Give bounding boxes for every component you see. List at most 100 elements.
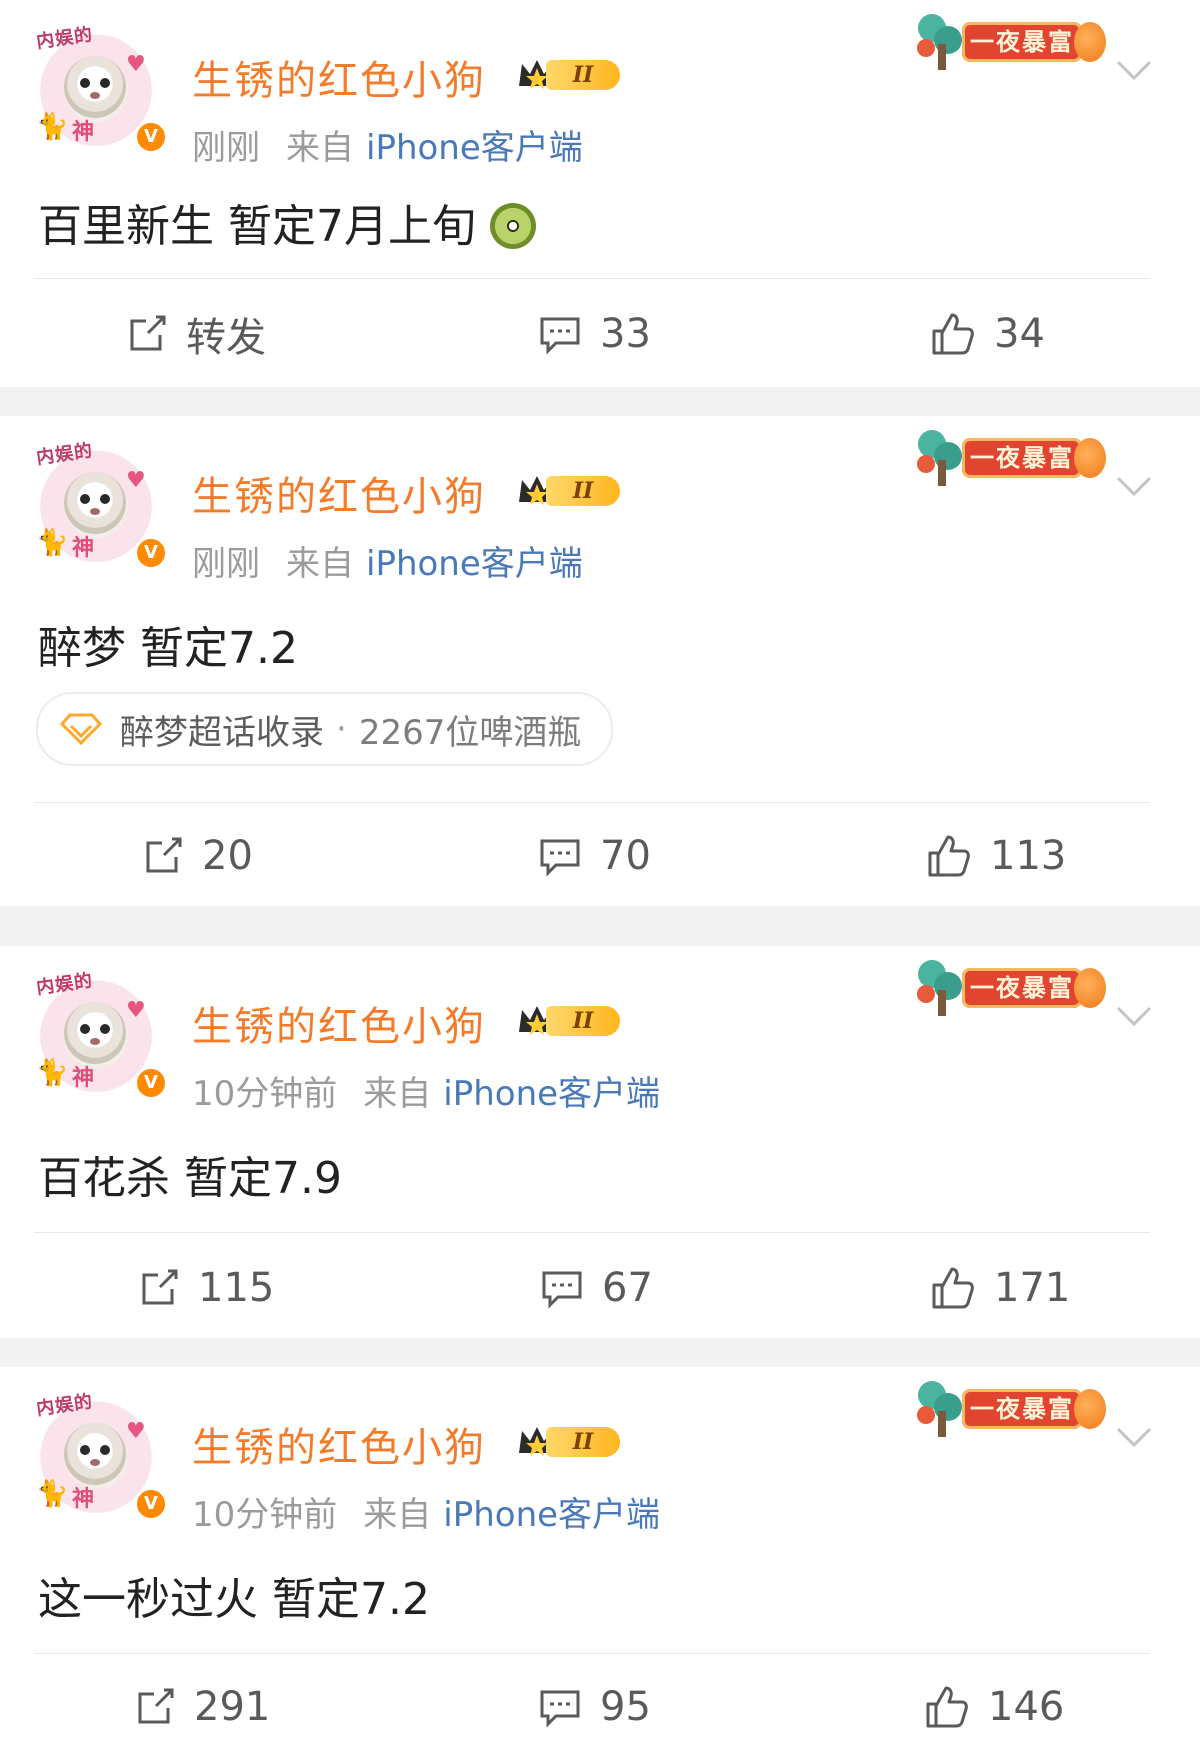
banner-label: 一夜暴富	[962, 438, 1082, 478]
repost-button[interactable]: 转发	[126, 304, 266, 364]
client-link[interactable]: iPhone客户端	[366, 128, 583, 168]
repost-icon	[130, 315, 166, 351]
supertopic-separator: ·	[336, 709, 347, 749]
post-meta: 刚刚 来自 iPhone客户端	[192, 120, 583, 169]
decoration-banner[interactable]: 一夜暴富	[912, 1371, 1112, 1443]
comment-count: 33	[600, 311, 651, 357]
divider	[34, 802, 1150, 803]
username[interactable]: 生锈的红色小狗	[192, 48, 486, 106]
comment-count: 95	[600, 1684, 651, 1730]
vip-level: II	[546, 60, 620, 90]
repost-count: 115	[198, 1265, 275, 1311]
avatar-tag-top: 内娱的	[35, 24, 95, 53]
cat-icon: 🐈	[36, 1058, 69, 1088]
post-meta: 10分钟前 来自 iPhone客户端	[192, 1487, 660, 1536]
repost-button[interactable]: 115	[138, 1258, 274, 1318]
repost-count: 291	[194, 1684, 271, 1730]
avatar[interactable]: 内娱的 神 🐈 ♥ V	[34, 22, 168, 154]
avatar[interactable]: 内娱的 神 🐈 ♥ V	[34, 968, 168, 1100]
thumbs-up-icon	[932, 313, 974, 355]
avatar-tag-bottom: 神	[72, 120, 95, 145]
comment-icon	[540, 317, 580, 355]
username[interactable]: 生锈的红色小狗	[192, 1415, 486, 1473]
decoration-banner[interactable]: 一夜暴富	[912, 420, 1112, 492]
chevron-down-icon[interactable]	[1114, 50, 1154, 90]
post-card[interactable]: 内娱的 神 🐈 ♥ V 生锈的红色小狗 II 刚刚 来自 iPhone客户端 一夜暴…	[0, 416, 1200, 906]
post-content: 百花杀 暂定7.9	[38, 1142, 342, 1206]
from-label: 来自	[286, 544, 354, 584]
vip-badge[interactable]: II	[516, 470, 626, 510]
kiwi-emoji-icon	[489, 203, 536, 249]
chevron-down-icon[interactable]	[1114, 996, 1154, 1036]
lantern-icon	[1074, 438, 1106, 478]
like-count: 34	[994, 311, 1045, 357]
decoration-banner[interactable]: 一夜暴富	[912, 950, 1112, 1022]
like-count: 171	[994, 1265, 1071, 1311]
repost-count: 20	[202, 833, 253, 879]
like-button[interactable]: 113	[926, 826, 1066, 886]
post-text: 这一秒过火 暂定7.2	[38, 1574, 430, 1625]
username[interactable]: 生锈的红色小狗	[192, 994, 486, 1052]
from-label: 来自	[363, 1074, 432, 1114]
lantern-icon	[1074, 968, 1106, 1008]
cat-icon: 🐈	[36, 1479, 69, 1509]
comment-count: 67	[602, 1265, 653, 1311]
vip-badge[interactable]: II	[516, 1000, 626, 1040]
supertopic-count: 2267位啤酒瓶	[358, 712, 582, 753]
username[interactable]: 生锈的红色小狗	[192, 464, 486, 522]
vip-badge[interactable]: II	[516, 54, 626, 94]
banner-label: 一夜暴富	[962, 968, 1082, 1008]
from-label: 来自	[286, 128, 354, 168]
chevron-down-icon[interactable]	[1114, 466, 1154, 506]
like-button[interactable]: 171	[930, 1258, 1070, 1318]
avatar-tag-top: 内娱的	[35, 1391, 95, 1420]
post-card[interactable]: 内娱的 神 🐈 ♥ V 生锈的红色小狗 II 10分钟前 来自 iPhone客户端 …	[0, 946, 1200, 1338]
verified-badge: V	[134, 1487, 168, 1521]
client-link[interactable]: iPhone客户端	[366, 544, 583, 584]
post-meta: 10分钟前 来自 iPhone客户端	[192, 1066, 660, 1115]
from-label: 来自	[363, 1495, 432, 1535]
post-text: 百里新生 暂定7月上旬	[38, 201, 476, 252]
divider	[34, 1232, 1150, 1233]
repost-icon	[138, 1688, 174, 1724]
supertopic-label: 醉梦超话收录	[120, 712, 324, 753]
divider	[34, 1653, 1150, 1654]
post-content: 这一秒过火 暂定7.2	[38, 1563, 430, 1627]
decoration-banner[interactable]: 一夜暴富	[912, 4, 1112, 76]
lantern-icon	[1074, 22, 1106, 62]
verified-badge: V	[134, 536, 168, 570]
ferret-face	[64, 472, 126, 534]
comment-icon	[542, 1271, 582, 1309]
post-time: 刚刚	[192, 128, 260, 168]
vip-level: II	[546, 1427, 620, 1457]
avatar[interactable]: 内娱的 神 🐈 ♥ V	[34, 438, 168, 570]
avatar-tag-bottom: 神	[72, 536, 95, 561]
chevron-down-icon[interactable]	[1114, 1417, 1154, 1457]
post-time: 刚刚	[192, 544, 260, 584]
vip-badge[interactable]: II	[516, 1421, 626, 1461]
post-card[interactable]: 内娱的 神 🐈 ♥ V 生锈的红色小狗 II 刚刚 来自 iPhone客户端 一夜暴…	[0, 0, 1200, 387]
vip-level: II	[546, 476, 620, 506]
comment-button[interactable]: 33	[538, 304, 651, 364]
like-count: 113	[990, 833, 1067, 879]
comment-button[interactable]: 70	[538, 826, 651, 886]
comment-button[interactable]: 67	[540, 1258, 653, 1318]
post-meta: 刚刚 来自 iPhone客户端	[192, 536, 583, 585]
like-button[interactable]: 146	[924, 1677, 1064, 1737]
like-button[interactable]: 34	[930, 304, 1045, 364]
client-link[interactable]: iPhone客户端	[443, 1495, 660, 1535]
comment-button[interactable]: 95	[538, 1677, 651, 1737]
ferret-face	[64, 1002, 126, 1064]
repost-button[interactable]: 291	[134, 1677, 270, 1737]
post-time: 10分钟前	[192, 1495, 338, 1535]
supertopic-chip[interactable]: 醉梦超话收录 · 2267位啤酒瓶	[36, 692, 614, 766]
banner-label: 一夜暴富	[962, 1389, 1082, 1429]
post-time: 10分钟前	[192, 1074, 338, 1114]
post-card[interactable]: 内娱的 神 🐈 ♥ V 生锈的红色小狗 II 10分钟前 来自 iPhone客户端 …	[0, 1367, 1200, 1763]
repost-label: 转发	[186, 315, 266, 361]
diamond-icon	[59, 713, 103, 746]
repost-button[interactable]: 20	[142, 826, 253, 886]
client-link[interactable]: iPhone客户端	[443, 1074, 660, 1114]
avatar[interactable]: 内娱的 神 🐈 ♥ V	[34, 1389, 168, 1521]
repost-icon	[146, 837, 182, 873]
